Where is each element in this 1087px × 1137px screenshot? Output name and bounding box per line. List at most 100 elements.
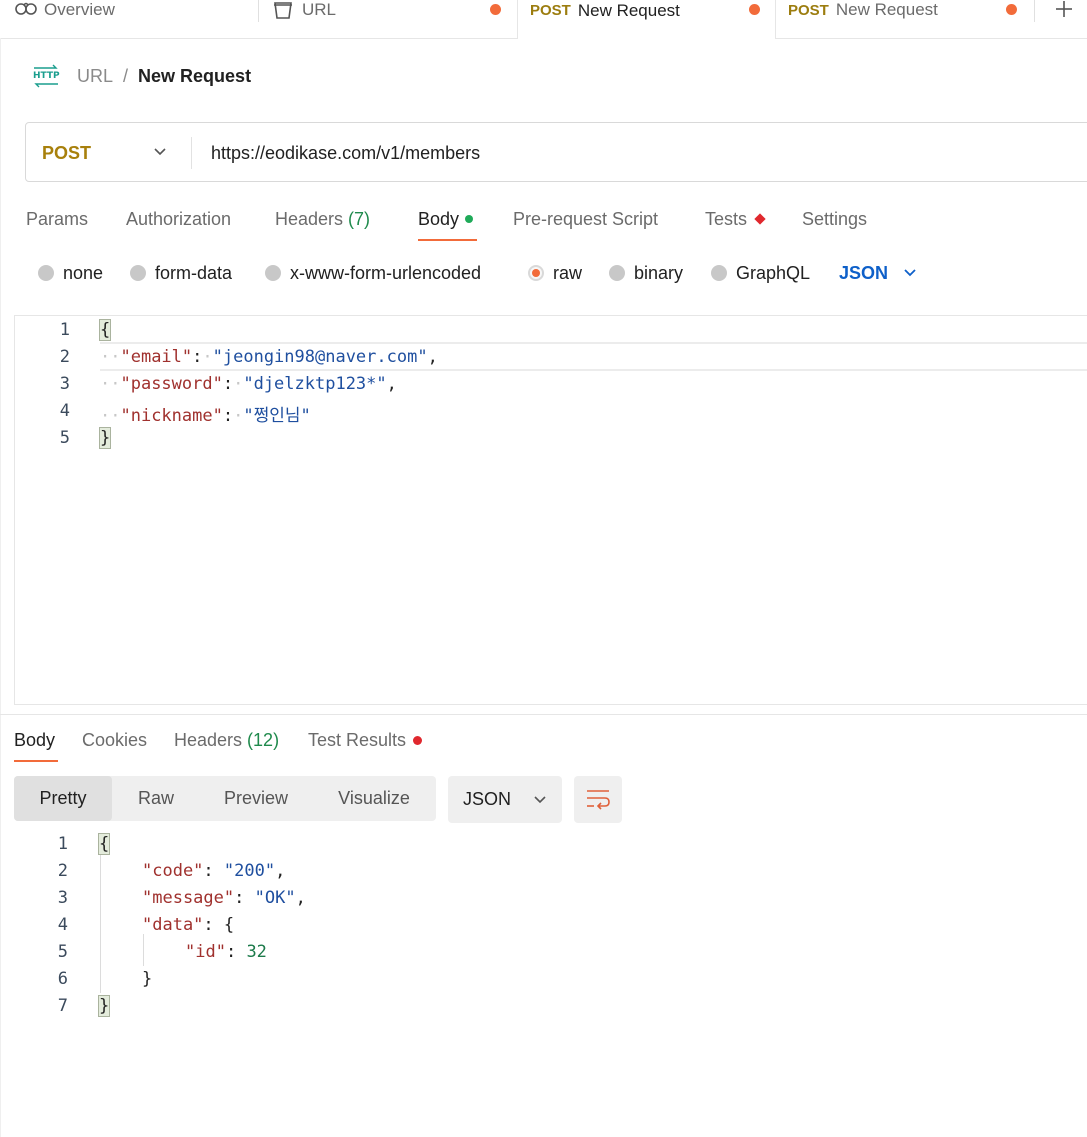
- body-format-select[interactable]: JSON: [839, 260, 917, 286]
- view-visualize[interactable]: Visualize: [316, 776, 432, 821]
- radio-icon: [711, 265, 727, 281]
- colon: :: [192, 347, 203, 367]
- radio-graphql[interactable]: GraphQL: [711, 260, 810, 286]
- tab-label: Overview: [44, 0, 115, 19]
- wrap-lines-button[interactable]: [574, 776, 622, 823]
- code-line: ··"password":·"djelzktp123*",: [100, 374, 397, 394]
- code-line: ··"email":·"jeongin98@naver.com",: [100, 347, 438, 367]
- chevron-down-icon: [904, 269, 916, 277]
- code-line: ··"nickname":·"쩡인님": [100, 401, 311, 426]
- tab-body[interactable]: Body: [418, 205, 474, 233]
- tab-bar: Overview URL POST New Request POST New R…: [0, 0, 1087, 39]
- response-tab-cookies[interactable]: Cookies: [82, 727, 147, 753]
- response-tab-body[interactable]: Body: [14, 727, 55, 753]
- whitespace-marker: ·: [202, 347, 213, 367]
- red-dot-icon: [413, 735, 423, 745]
- chevron-down-icon: [534, 795, 546, 803]
- url-bar: POST https://eodikase.com/v1/members: [25, 122, 1087, 182]
- code-line: }: [98, 427, 112, 449]
- radio-form-data[interactable]: form-data: [130, 260, 232, 286]
- green-dot-icon: [465, 215, 474, 223]
- tab-label: Body: [14, 729, 56, 750]
- tab-post-new-request-active[interactable]: POST New Request: [517, 0, 776, 39]
- tab-label: Pre-request Script: [513, 208, 659, 229]
- json-value: "djelzktp123*": [243, 374, 387, 394]
- view-pretty[interactable]: Pretty: [14, 776, 112, 821]
- radio-binary[interactable]: binary: [609, 260, 683, 286]
- red-diamond-icon: [754, 213, 766, 225]
- response-format-label: JSON: [463, 789, 512, 809]
- tab-headers[interactable]: Headers (7): [275, 205, 370, 233]
- tab-settings[interactable]: Settings: [802, 205, 867, 233]
- request-name[interactable]: New Request: [138, 66, 251, 87]
- tab-label: Headers: [174, 729, 243, 750]
- tab-authorization[interactable]: Authorization: [126, 205, 231, 233]
- wrap-lines-icon: [587, 790, 610, 810]
- code-line: "message": "OK",: [142, 888, 306, 908]
- tab-label: Params: [26, 208, 89, 229]
- breadcrumb: HTTP URL / New Request: [32, 62, 251, 90]
- tab-method: POST: [788, 1, 829, 19]
- radio-raw[interactable]: raw: [528, 260, 582, 286]
- radio-label: raw: [553, 262, 583, 283]
- line-number: 7: [57, 996, 68, 1016]
- whitespace-marker: ··: [100, 406, 121, 426]
- tab-params[interactable]: Params: [26, 205, 88, 233]
- tab-label: Test Results: [308, 729, 407, 750]
- response-tab-test-results[interactable]: Test Results: [308, 727, 423, 753]
- indent-guide: [143, 934, 144, 966]
- radio-icon: [38, 265, 54, 281]
- new-tab-button[interactable]: [1054, 0, 1074, 20]
- tab-label: Body: [418, 208, 460, 229]
- response-tab-headers[interactable]: Headers (12): [174, 727, 279, 753]
- colon: :: [222, 374, 234, 394]
- line-number: 4: [59, 401, 70, 421]
- code-line: "code": "200",: [142, 861, 286, 881]
- code-line: {: [98, 319, 112, 341]
- view-preview[interactable]: Preview: [204, 776, 308, 821]
- url-divider: [191, 137, 192, 169]
- open-brace: {: [98, 319, 112, 341]
- plus-icon: [1056, 1, 1072, 17]
- line-number: 5: [59, 428, 70, 448]
- tab-pre-request-script[interactable]: Pre-request Script: [513, 205, 658, 233]
- radio-x-www-form-urlencoded[interactable]: x-www-form-urlencoded: [265, 260, 481, 286]
- tab-overview[interactable]: Overview: [14, 0, 254, 38]
- tab-tests[interactable]: Tests: [705, 205, 766, 233]
- tab-url[interactable]: URL: [272, 0, 516, 38]
- json-key: "id": [185, 942, 226, 962]
- http-icon: HTTP: [32, 64, 60, 88]
- pane-divider[interactable]: [0, 714, 1087, 715]
- view-raw[interactable]: Raw: [116, 776, 196, 821]
- method-select[interactable]: POST: [42, 123, 91, 183]
- whitespace-marker: ·: [233, 406, 244, 426]
- collection-icon: [272, 0, 294, 20]
- code-line: "data": {: [142, 915, 235, 935]
- url-input[interactable]: https://eodikase.com/v1/members: [211, 123, 480, 183]
- chevron-down-icon[interactable]: [153, 145, 167, 159]
- breadcrumb-separator: /: [123, 65, 129, 86]
- json-key: "email": [120, 347, 193, 367]
- radio-label: binary: [634, 262, 684, 283]
- tab-label: Tests: [705, 208, 748, 229]
- whitespace-marker: ··: [100, 347, 121, 367]
- indent-guide: [100, 853, 101, 993]
- unsaved-dot-icon: [749, 4, 760, 15]
- line-number: 6: [57, 969, 68, 989]
- left-border: [0, 38, 1, 1137]
- overview-icon: [14, 0, 38, 20]
- close-brace: }: [98, 427, 112, 449]
- code-line: }: [142, 969, 152, 989]
- line-number: 3: [57, 888, 68, 908]
- tab-label: New Request: [835, 0, 938, 19]
- json-value: 32: [246, 942, 267, 962]
- unsaved-dot-icon: [490, 4, 501, 15]
- code-line: {: [97, 833, 111, 855]
- view-label: Raw: [137, 788, 174, 808]
- response-format-select[interactable]: JSON: [448, 776, 562, 823]
- tab-post-new-request[interactable]: POST New Request: [776, 0, 1034, 38]
- radio-none[interactable]: none: [38, 260, 103, 286]
- radio-label: x-www-form-urlencoded: [290, 262, 482, 283]
- line-number: 5: [57, 942, 68, 962]
- breadcrumb-collection[interactable]: URL: [77, 66, 113, 87]
